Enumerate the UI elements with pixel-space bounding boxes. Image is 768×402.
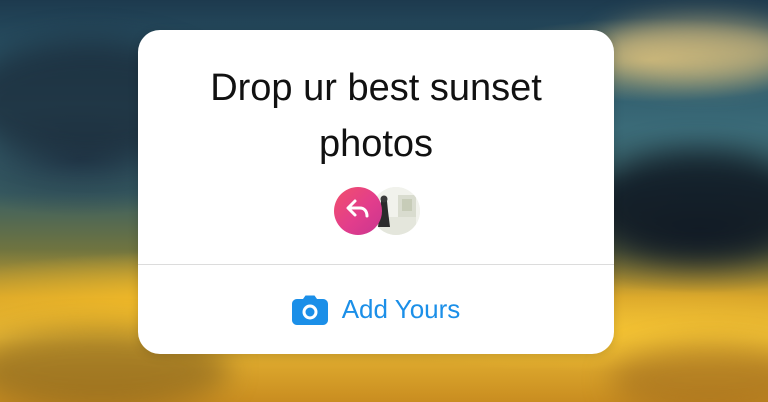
- camera-icon: [291, 294, 328, 326]
- cloud: [610, 345, 768, 402]
- cloud: [600, 20, 768, 80]
- sunset-background: Drop ur best sunset photos Add Yours: [0, 0, 768, 402]
- cloud: [590, 150, 768, 260]
- add-yours-label: Add Yours: [341, 294, 461, 324]
- reply-avatar[interactable]: [334, 187, 382, 235]
- add-yours-button[interactable]: Add Yours: [138, 265, 614, 354]
- prompt-text: Drop ur best sunset photos: [210, 67, 542, 165]
- participants-avatars[interactable]: [334, 187, 424, 237]
- reply-arrow-icon: [345, 198, 371, 225]
- add-yours-sticker-card[interactable]: Drop ur best sunset photos Add Yours: [138, 30, 614, 354]
